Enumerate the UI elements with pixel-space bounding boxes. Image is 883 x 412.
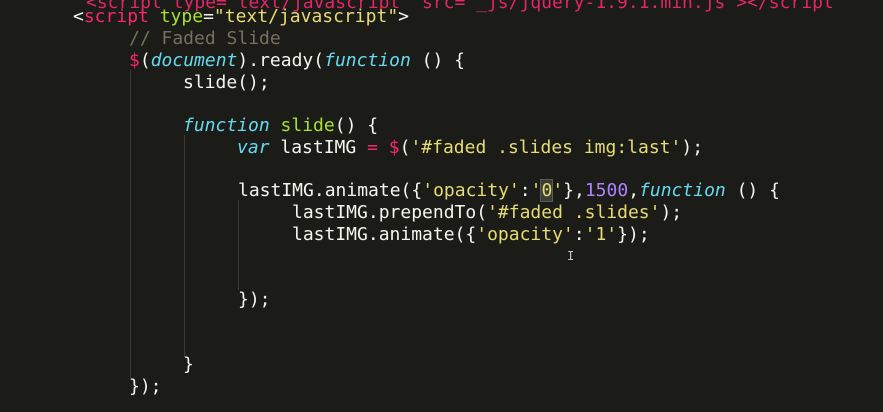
code-token: () { — [410, 50, 465, 71]
code-token: '#faded .slides' — [487, 202, 661, 223]
code-line[interactable]: lastIMG.animate({'opacity':'1'}); — [292, 224, 650, 246]
code-token: function — [324, 50, 411, 71]
code-line[interactable]: lastIMG.animate({'opacity':'0'},1500,fun… — [238, 179, 780, 202]
code-token: lastIMG — [269, 137, 368, 158]
code-token: 'opacity' — [422, 180, 520, 201]
code-line[interactable]: var lastIMG = $('#faded .slides img:last… — [237, 137, 703, 159]
code-token: ready — [259, 50, 314, 71]
indent-guide — [238, 200, 239, 290]
code-token: ' — [530, 180, 542, 201]
code-token: 0 — [540, 179, 554, 202]
code-token: ' — [552, 180, 564, 201]
code-token: document — [150, 50, 238, 71]
code-token: }); — [238, 289, 271, 310]
code-token: 'opacity' — [476, 224, 574, 245]
code-token: ); — [681, 137, 704, 158]
code-line[interactable]: slide(); — [183, 72, 270, 94]
code-line[interactable]: lastIMG.prependTo('#faded .slides'); — [292, 202, 682, 224]
code-token: function — [183, 115, 270, 136]
code-token: : — [573, 224, 585, 245]
code-token: slide — [183, 72, 238, 93]
code-token: = — [367, 137, 378, 158]
code-token: }); — [617, 224, 650, 245]
code-token: < — [73, 6, 84, 27]
code-token: (); — [237, 72, 270, 93]
code-token: = — [203, 6, 214, 27]
code-token: slide — [280, 115, 335, 136]
code-token: 1500 — [584, 180, 629, 201]
code-token: () { — [725, 180, 780, 201]
code-token: $ — [129, 50, 140, 71]
code-token: script — [83, 6, 149, 27]
code-token: , — [628, 180, 640, 201]
code-editor[interactable]: <script type="text/javascript" src="_js/… — [0, 0, 883, 412]
text-cursor-icon: I — [567, 249, 575, 263]
code-token: > — [398, 6, 409, 27]
code-token: $ — [388, 137, 400, 158]
code-line[interactable]: <script type="text/javascript"> — [73, 6, 409, 28]
code-token: '#faded .slides img:last' — [410, 137, 682, 158]
code-token: ); — [660, 202, 683, 223]
code-token: ). — [237, 50, 260, 71]
code-line[interactable]: // Faded Slide — [129, 28, 281, 50]
code-token: function — [639, 180, 726, 201]
code-token: lastIMG.animate({ — [292, 224, 477, 245]
code-token: ( — [139, 50, 151, 71]
code-line[interactable]: } — [183, 354, 194, 376]
code-token: // Faded Slide — [129, 28, 281, 49]
code-token: ( — [399, 137, 411, 158]
code-token: ( — [313, 50, 325, 71]
code-token: "text/javascript" — [213, 6, 399, 27]
indent-guide — [130, 70, 131, 380]
indent-guide — [184, 135, 185, 357]
code-line[interactable]: }); — [238, 289, 271, 311]
code-line[interactable]: $(document).ready(function () { — [129, 50, 465, 72]
code-token: lastIMG.prependTo( — [292, 202, 488, 223]
code-line[interactable]: function slide() { — [183, 115, 378, 137]
code-token: }); — [129, 376, 162, 397]
code-token: type — [159, 6, 204, 27]
code-token: lastIMG.animate({ — [238, 180, 423, 201]
code-token: }, — [563, 180, 585, 201]
code-token: : — [519, 180, 531, 201]
code-token: var — [237, 137, 270, 158]
code-token: } — [183, 354, 194, 375]
code-token: '1' — [584, 224, 618, 245]
code-token: () { — [334, 115, 379, 136]
code-line[interactable]: }); — [129, 376, 162, 398]
